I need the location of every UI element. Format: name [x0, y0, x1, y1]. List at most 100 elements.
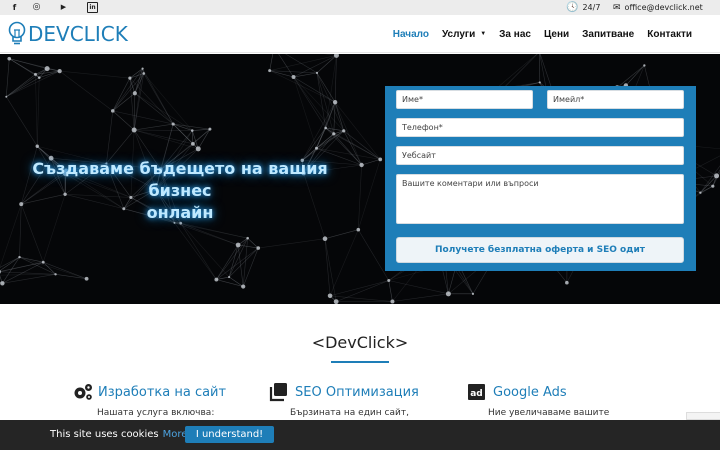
nav-item-services[interactable]: Услуги ▼ — [442, 29, 486, 40]
network-node — [268, 69, 272, 73]
network-node — [7, 56, 12, 61]
logo[interactable]: DEVCLICK — [8, 20, 128, 48]
cookie-more-link[interactable]: More — [163, 429, 188, 440]
service-google-ads[interactable]: ad Google Ads — [467, 382, 567, 402]
network-node — [18, 255, 21, 259]
network-node — [291, 75, 296, 80]
instagram-icon[interactable]: ◎ — [31, 2, 42, 13]
network-line — [700, 165, 720, 193]
network-line — [9, 58, 60, 72]
youtube-icon[interactable]: ▶ — [58, 2, 69, 13]
network-node — [44, 66, 50, 72]
network-line — [625, 65, 645, 86]
name-field[interactable]: Име* — [396, 90, 533, 109]
network-line — [134, 129, 193, 145]
network-line — [216, 244, 239, 280]
network-node — [195, 146, 201, 152]
network-line — [324, 54, 337, 56]
network-node — [322, 236, 328, 242]
network-line — [19, 256, 87, 280]
network-line — [19, 256, 44, 263]
nav-item-about[interactable]: За нас — [499, 29, 531, 40]
network-line — [228, 276, 244, 287]
network-line — [173, 123, 210, 130]
network-line — [6, 68, 48, 97]
service-title: Google Ads — [493, 384, 567, 400]
phone-field[interactable]: Телефон* — [396, 118, 684, 137]
network-node — [57, 68, 62, 74]
network-node — [359, 162, 364, 168]
network-line — [6, 77, 40, 97]
email-link[interactable]: office@devclick.net — [625, 3, 703, 12]
network-node — [699, 191, 702, 194]
nav-item-inquiry[interactable]: Запитване — [582, 29, 634, 40]
network-line — [293, 55, 337, 78]
network-line — [361, 159, 381, 166]
network-line — [55, 273, 87, 280]
email-info[interactable]: ✉ office@devclick.net — [613, 0, 703, 15]
network-line — [106, 110, 114, 164]
network-line — [197, 129, 211, 150]
service-seo[interactable]: SEO Оптимизация — [269, 382, 419, 402]
service-web-design[interactable]: Изработка на сайт — [72, 382, 226, 402]
hours-info: 🕓 24/7 — [566, 0, 600, 15]
comments-textarea[interactable]: Вашите коментари или въпроси — [396, 174, 684, 224]
network-node — [471, 292, 475, 295]
network-node — [190, 129, 194, 132]
network-node — [241, 284, 246, 289]
facebook-icon[interactable]: f — [9, 2, 20, 13]
website-field[interactable]: Уебсайт — [396, 146, 684, 165]
network-line — [2, 273, 56, 284]
network-node — [333, 299, 339, 304]
clock-icon: 🕓 — [566, 2, 579, 13]
network-line — [134, 129, 193, 131]
nav-item-contacts[interactable]: Контакти — [647, 29, 692, 40]
network-node — [35, 144, 39, 148]
email-field[interactable]: Имейл* — [547, 90, 684, 109]
network-line — [700, 185, 713, 193]
network-line — [43, 261, 87, 280]
network-node — [538, 81, 541, 84]
network-line — [293, 76, 335, 134]
network-node — [356, 227, 361, 232]
nav-item-home[interactable]: Начало — [393, 29, 429, 40]
network-node — [191, 141, 195, 146]
network-line — [143, 73, 174, 125]
hero-title: Създаваме бъдещето на вашия бизнес онлай… — [32, 159, 328, 222]
main-nav: Начало Услуги ▼ За нас Цени Запитване Кон… — [380, 15, 692, 53]
network-node — [110, 109, 115, 113]
network-node — [327, 293, 333, 299]
network-line — [302, 127, 326, 161]
network-line — [112, 77, 131, 112]
cookie-accept-button[interactable]: I understand! — [185, 426, 274, 443]
network-node — [332, 132, 336, 136]
network-line — [329, 280, 389, 297]
network-line — [712, 171, 720, 187]
network-node — [256, 246, 261, 250]
submit-quote-button[interactable]: Получете безплатна оферта и SEO одит — [396, 237, 684, 263]
quote-form: Име* Имейл* Телефон* Уебсайт Вашите коме… — [385, 86, 696, 271]
ad-icon: ad — [468, 384, 485, 400]
network-line — [134, 123, 174, 131]
network-node — [643, 64, 646, 67]
network-line — [269, 55, 337, 71]
network-node — [41, 260, 45, 264]
top-bar: f ◎ ▶ in 🕓 24/7 ✉ office@devclick.net — [0, 0, 720, 15]
network-line — [6, 96, 38, 147]
network-node — [314, 146, 318, 150]
service-description: Нашата услуга включва: — [97, 408, 215, 418]
network-line — [143, 73, 193, 131]
network-line — [133, 73, 145, 131]
cookie-message: This site uses cookies More — [50, 429, 188, 440]
network-line — [0, 261, 44, 272]
network-line — [392, 293, 449, 302]
linkedin-icon[interactable]: in — [87, 2, 98, 13]
nav-item-prices[interactable]: Цени — [544, 29, 569, 40]
network-line — [174, 222, 217, 280]
network-line — [59, 70, 113, 112]
network-node — [378, 157, 383, 162]
network-line — [216, 237, 248, 280]
hero-section: Създаваме бъдещето на вашия бизнес онлай… — [0, 54, 720, 304]
network-node — [33, 72, 37, 76]
network-node — [84, 276, 89, 281]
